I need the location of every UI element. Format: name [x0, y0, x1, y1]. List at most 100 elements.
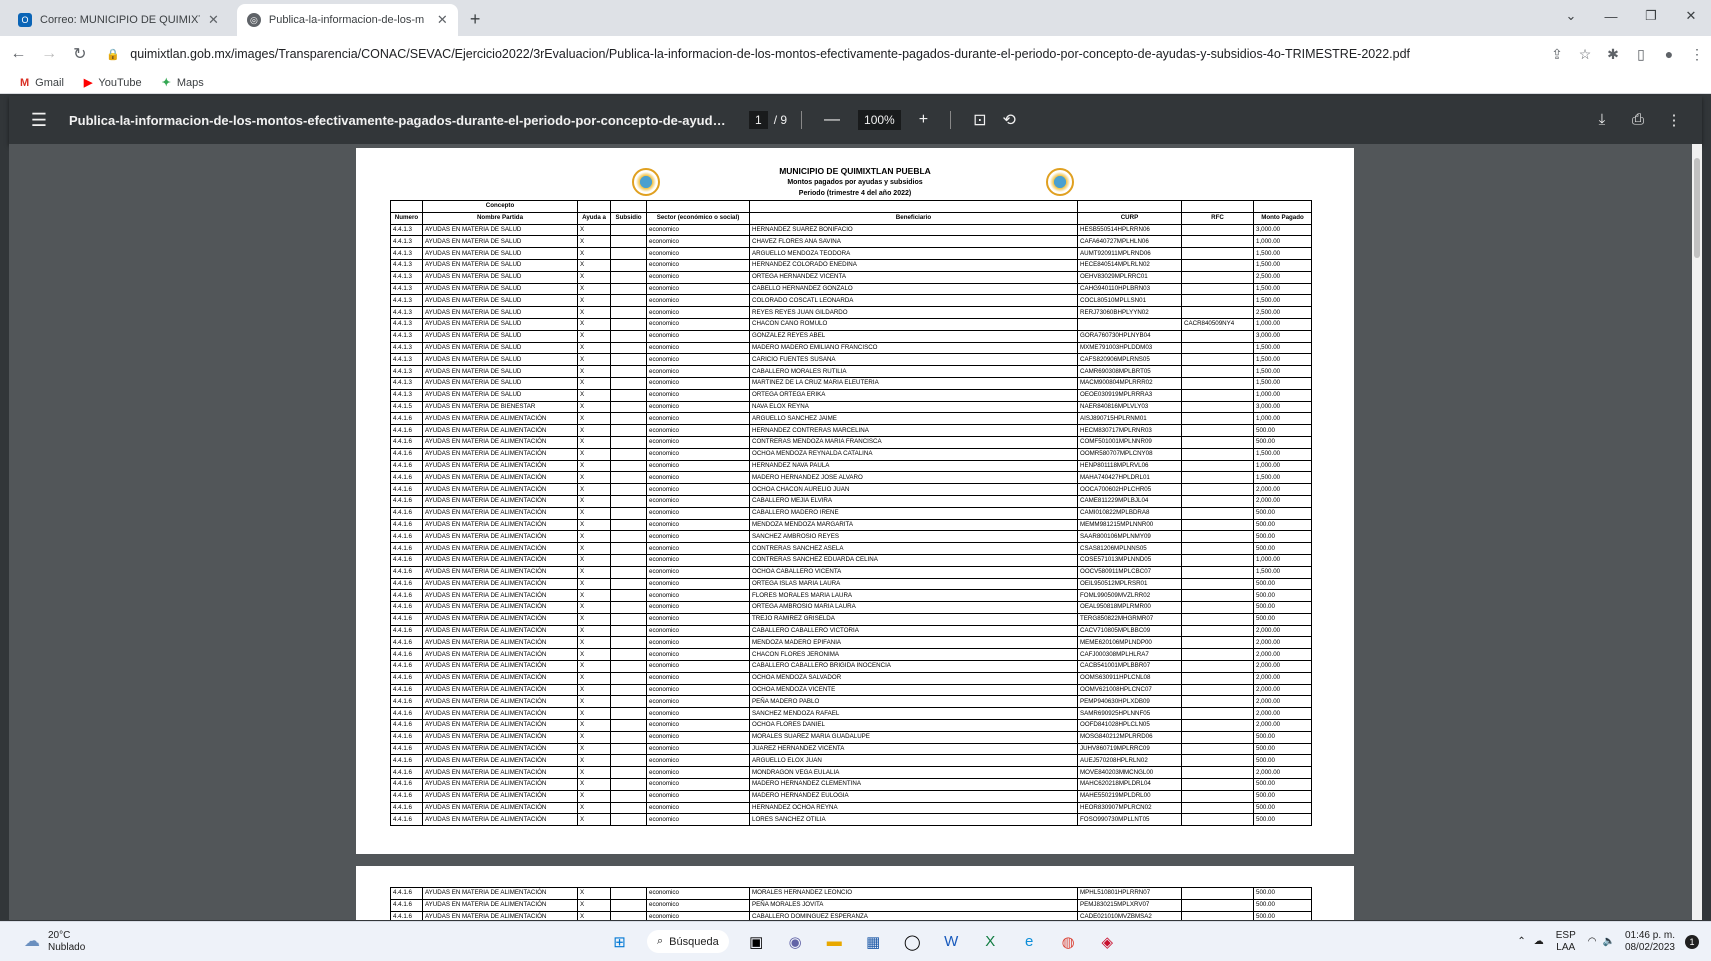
cell-partida: AYUDAS EN MATERIA DE ALIMENTACIÓN: [422, 887, 578, 900]
cell-curp: MOVE840203MMCNGL00: [1077, 766, 1182, 780]
cell-subsidio: [610, 294, 647, 308]
cell-partida: AYUDAS EN MATERIA DE SALUD: [422, 306, 578, 319]
address-bar[interactable]: 🔒 quimixtlan.gob.mx/images/Transparencia…: [106, 40, 1525, 68]
cell-numero: 4.4.1.6: [390, 412, 423, 426]
cell-curp: CAFS820906MPLRNS05: [1077, 353, 1182, 367]
mcafee-icon[interactable]: ◈: [1088, 933, 1127, 951]
bookmark-gmail[interactable]: M Gmail: [20, 77, 64, 89]
volume-icon[interactable]: 🔈: [1602, 936, 1614, 947]
fit-page-icon[interactable]: ⊡: [973, 110, 986, 130]
cell-partida: AYUDAS EN MATERIA DE SALUD: [422, 376, 578, 390]
cell-beneficiario: CABALLERO MEJIA ELVIRA: [749, 494, 1078, 508]
close-icon[interactable]: ✕: [208, 12, 219, 28]
zoom-in-button[interactable]: +: [919, 111, 928, 129]
cell-numero: 4.4.1.6: [390, 648, 423, 662]
bookmark-youtube[interactable]: ▶ YouTube: [84, 76, 142, 90]
cell-sector: economico: [646, 898, 750, 912]
scrollbar[interactable]: [1692, 144, 1702, 920]
star-icon[interactable]: ☆: [1571, 46, 1599, 63]
tab-outlook[interactable]: O Correo: MUNICIPIO DE QUIMIXTL ✕: [8, 4, 229, 36]
teams-icon[interactable]: ◉: [776, 933, 815, 951]
download-icon[interactable]: ⤓: [1584, 111, 1620, 129]
kebab-menu-icon[interactable]: ⋮: [1656, 111, 1692, 129]
new-tab-button[interactable]: +: [470, 9, 481, 30]
kebab-menu-icon[interactable]: ⋮: [1683, 46, 1711, 63]
cloud-icon: ☁: [24, 932, 40, 950]
rotate-icon[interactable]: ⟲: [1002, 110, 1015, 130]
tab-pdf[interactable]: ◎ Publica-la-informacion-de-los-m ✕: [236, 4, 458, 36]
forward-button[interactable]: →: [37, 45, 62, 63]
print-icon[interactable]: ⎙: [1620, 111, 1656, 129]
cell-numero: 4.4.1.6: [390, 671, 423, 685]
cell-partida: AYUDAS EN MATERIA DE ALIMENTACIÓN: [422, 459, 578, 473]
back-button[interactable]: ←: [6, 45, 31, 63]
cell-partida: AYUDAS EN MATERIA DE SALUD: [422, 247, 578, 260]
cell-ayuda: X: [577, 365, 611, 378]
cell-curp: HEOR830907MPLRCN02: [1077, 801, 1182, 815]
cell-curp: SAAR800106MPLNMY09: [1077, 530, 1182, 544]
notification-badge[interactable]: 1: [1685, 934, 1699, 949]
zoom-input[interactable]: 100%: [858, 110, 901, 130]
cell-rfc: [1181, 695, 1254, 709]
cell-monto: 2,000.00: [1253, 494, 1312, 508]
hamburger-menu-icon[interactable]: ☰: [9, 110, 69, 131]
cell-ayuda: X: [577, 317, 611, 331]
onedrive-icon[interactable]: ☁: [1534, 936, 1544, 947]
bookmark-maps[interactable]: ✦ Maps: [162, 76, 204, 90]
reload-button[interactable]: ↻: [68, 44, 93, 64]
cell-subsidio: [610, 813, 647, 827]
cell-sector: economico: [646, 388, 750, 402]
cell-monto: 1,500.00: [1253, 447, 1312, 461]
clock[interactable]: 01:46 p. m. 08/02/2023: [1625, 930, 1675, 954]
cell-numero: 4.4.1.6: [390, 612, 423, 626]
cell-rfc: [1181, 376, 1254, 390]
word-icon[interactable]: W: [932, 933, 971, 950]
cell-rfc: [1181, 789, 1254, 803]
store-icon[interactable]: ▦: [854, 933, 893, 951]
wifi-icon[interactable]: ◠: [1588, 936, 1597, 947]
restore-button[interactable]: ❐: [1631, 8, 1671, 24]
cell-sector: economico: [646, 660, 750, 673]
profile-icon[interactable]: ●: [1655, 46, 1683, 62]
cell-monto: 1,500.00: [1253, 565, 1312, 579]
dell-icon[interactable]: ◯: [893, 933, 932, 951]
language-indicator[interactable]: ESP LAA: [1556, 930, 1576, 954]
edge-icon[interactable]: e: [1010, 933, 1049, 950]
cell-numero: 4.4.1.3: [390, 306, 423, 319]
windows-start-icon[interactable]: ⊞: [600, 933, 639, 951]
page-number-input[interactable]: 1: [749, 111, 768, 129]
cell-curp: MAHC620218MPLDRL04: [1077, 778, 1182, 791]
taskbar-search[interactable]: ⌕ Búsqueda: [647, 930, 729, 953]
pdf-viewer[interactable]: MUNICIPIO DE QUIMIXTLAN PUEBLA Montos pa…: [9, 144, 1702, 920]
cell-curp: MAHA740427HPLDRL01: [1077, 471, 1182, 485]
cell-rfc: [1181, 601, 1254, 614]
table-row: 4.4.1.6 AYUDAS EN MATERIA DE ALIMENTACIÓN…: [390, 695, 1312, 709]
task-view-icon[interactable]: ▣: [737, 933, 776, 951]
doc-org: MUNICIPIO DE QUIMIXTLAN PUEBLA: [779, 166, 931, 176]
table-row: 4.4.1.6 AYUDAS EN MATERIA DE ALIMENTACIÓN…: [390, 707, 1312, 721]
zoom-out-button[interactable]: —: [824, 111, 840, 129]
scrollbar-thumb[interactable]: [1694, 158, 1700, 258]
weather-widget[interactable]: ☁ 20°C Nublado: [24, 930, 85, 954]
cell-rfc: [1181, 459, 1254, 473]
cell-rfc: [1181, 329, 1254, 343]
cell-rfc: [1181, 424, 1254, 437]
file-explorer-icon[interactable]: ▬: [815, 933, 854, 950]
share-icon[interactable]: ⇪: [1543, 46, 1571, 63]
cell-monto: 1,500.00: [1253, 353, 1312, 367]
minimize-button[interactable]: —: [1591, 9, 1631, 24]
excel-icon[interactable]: X: [971, 933, 1010, 950]
close-icon[interactable]: ✕: [437, 12, 448, 28]
pdf-page-1: MUNICIPIO DE QUIMIXTLAN PUEBLA Montos pa…: [356, 148, 1354, 854]
chevron-up-icon[interactable]: ⌃: [1517, 936, 1525, 947]
extensions-icon[interactable]: ✱: [1599, 46, 1627, 63]
cell-ayuda: X: [577, 565, 611, 579]
chrome-icon[interactable]: ◍: [1049, 933, 1088, 951]
cell-numero: 4.4.1.3: [390, 365, 423, 378]
cell-curp: CAFA640727MPLHLN06: [1077, 235, 1182, 249]
side-panel-icon[interactable]: ▯: [1627, 46, 1655, 63]
cell-beneficiario: ARGUELLO SANCHEZ JAIME: [749, 412, 1078, 426]
table-row: 4.4.1.3 AYUDAS EN MATERIA DE SALUD Xeconom…: [390, 247, 1312, 260]
close-window-button[interactable]: ✕: [1671, 8, 1711, 24]
chevron-down-icon[interactable]: ⌄: [1551, 8, 1591, 24]
